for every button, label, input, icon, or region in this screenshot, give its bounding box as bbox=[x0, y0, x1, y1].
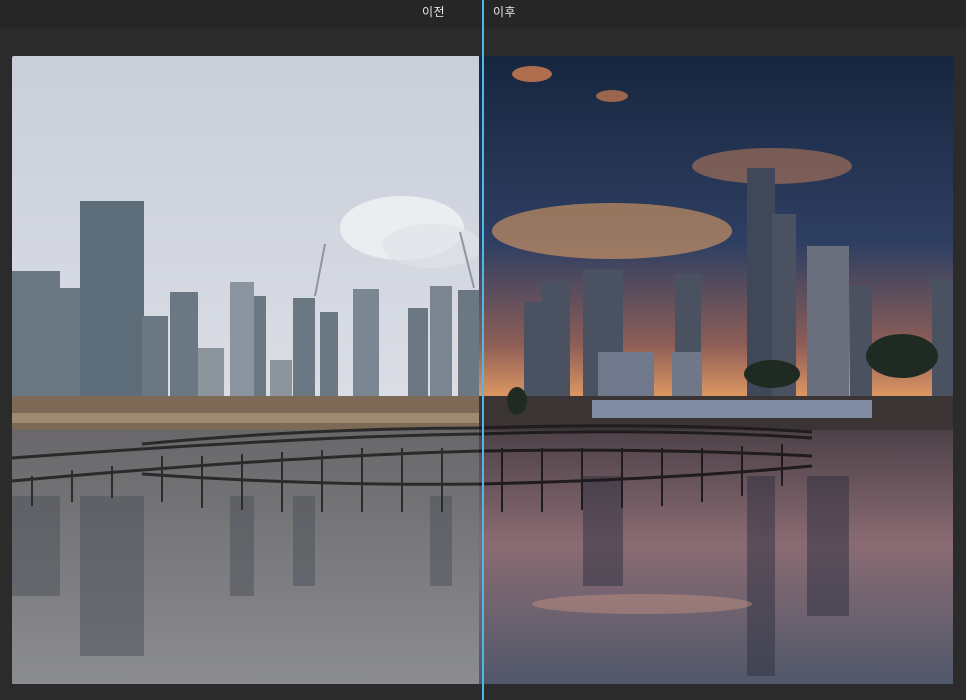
compare-split-handle[interactable] bbox=[481, 0, 484, 700]
before-label: 이전 bbox=[422, 5, 446, 19]
after-label: 이후 bbox=[493, 5, 517, 19]
